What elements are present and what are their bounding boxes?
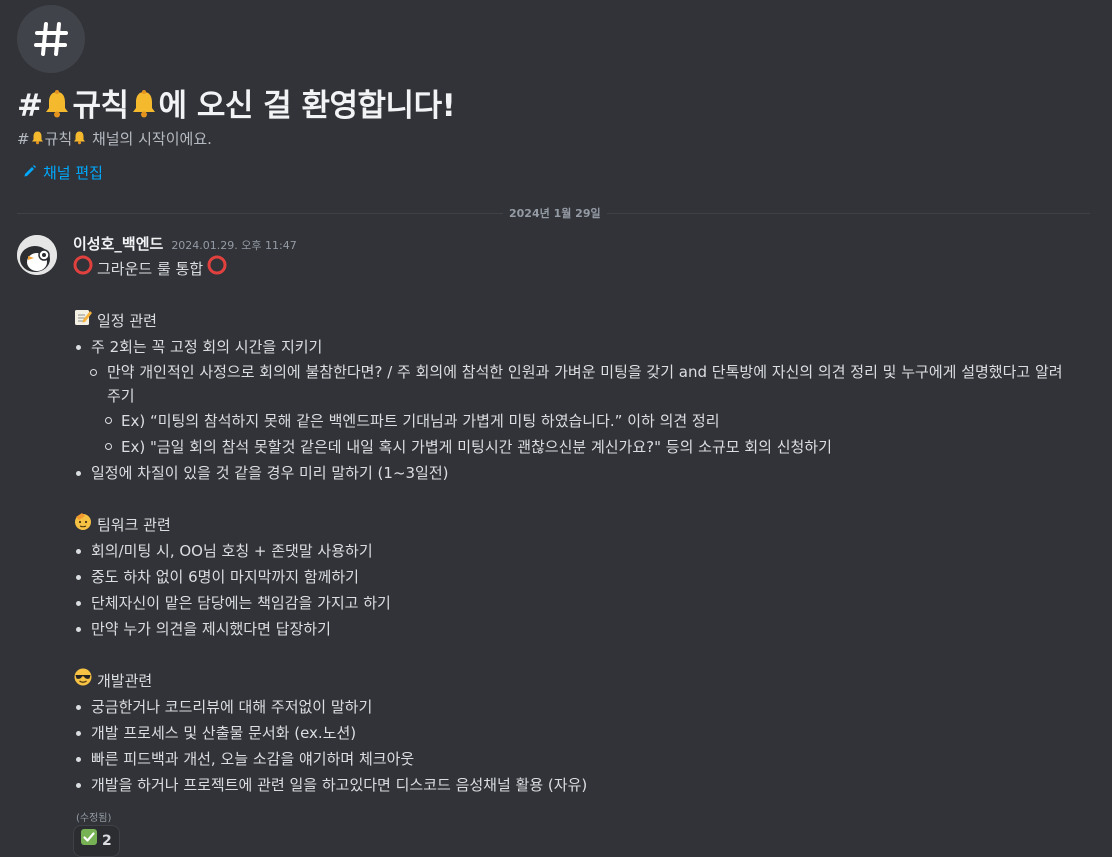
list-item: 만약 개인적인 사정으로 회의에 불참한다면? / 주 회의에 참석한 인원과 … xyxy=(73,360,1067,408)
memo-icon xyxy=(73,307,93,335)
edit-channel-label: 채널 편집 xyxy=(43,164,103,182)
section-heading-schedule: 일정 관련 xyxy=(73,308,1073,334)
message-title-line: 그라운드 룰 통합 xyxy=(73,255,1073,283)
list-item: 주 2회는 꼭 고정 회의 시간을 지키기 xyxy=(73,334,1073,360)
list-item: 일정에 차질이 있을 것 같을 경우 미리 말하기 (1~3일전) xyxy=(73,460,1073,486)
list-item: 단체자신이 맡은 담당에는 책임감을 가지고 하기 xyxy=(73,590,1073,616)
check-mark-icon xyxy=(81,828,97,854)
list-item: 개발을 하거나 프로젝트에 관련 일을 하고있다면 디스코드 음성채널 활용 (… xyxy=(73,772,1073,798)
channel-hash-icon xyxy=(17,5,85,73)
edit-channel-button[interactable]: 채널 편집 xyxy=(23,162,103,183)
date-divider-label: 2024년 1월 29일 xyxy=(503,205,607,221)
list-item: 궁금한거나 코드리뷰에 대해 주저없이 말하기 xyxy=(73,694,1073,720)
bell-icon xyxy=(72,130,87,149)
saluting-face-icon xyxy=(73,511,93,539)
reaction-button[interactable]: 2 xyxy=(73,825,120,857)
edited-label[interactable]: (수정됨) xyxy=(73,806,1073,824)
avatar[interactable] xyxy=(17,235,57,275)
sunglasses-face-icon xyxy=(73,667,93,695)
message-title: 그라운드 룰 통합 xyxy=(97,260,204,278)
red-circle-icon xyxy=(73,255,93,283)
welcome-title: # 규칙 에 오신 걸 환영합니다! xyxy=(17,80,456,127)
red-circle-icon xyxy=(207,255,227,283)
section-heading-teamwork: 팀워크 관련 xyxy=(73,512,1073,538)
message-author[interactable]: 이성호_백엔드 xyxy=(73,233,163,254)
message-header: 이성호_백엔드 2024.01.29. 오후 11:47 xyxy=(73,233,297,254)
list-item: Ex) “미팅의 참석하지 못해 같은 백엔드파트 기대님과 가볍게 미팅 하였… xyxy=(73,408,1073,434)
bell-icon xyxy=(42,89,72,127)
message-timestamp[interactable]: 2024.01.29. 오후 11:47 xyxy=(171,237,296,253)
list-item: Ex) "금일 회의 참석 못할것 같은데 내일 혹시 가볍게 미팅시간 괜찮으… xyxy=(73,434,1073,460)
bell-icon xyxy=(30,130,45,149)
pencil-icon xyxy=(23,164,37,182)
list-item: 만약 누가 의견을 제시했다면 답장하기 xyxy=(73,616,1073,642)
list-item: 빠른 피드백과 개선, 오늘 소감을 얘기하며 체크아웃 xyxy=(73,746,1073,772)
message-content: 그라운드 룰 통합 일정 관련 주 2회는 꼭 고정 회의 시간을 지키기 만약… xyxy=(73,255,1073,857)
list-item: 중도 하차 없이 6명이 마지막까지 함께하기 xyxy=(73,564,1073,590)
reaction-count: 2 xyxy=(102,833,112,849)
list-item: 개발 프로세스 및 산출물 문서화 (ex.노션) xyxy=(73,720,1073,746)
list-item: 회의/미팅 시, OO님 호칭 + 존댓말 사용하기 xyxy=(73,538,1073,564)
section-heading-development: 개발관련 xyxy=(73,668,1073,694)
bell-icon xyxy=(129,89,159,127)
welcome-subtitle: # 규칙 채널의 시작이에요. xyxy=(17,130,212,149)
